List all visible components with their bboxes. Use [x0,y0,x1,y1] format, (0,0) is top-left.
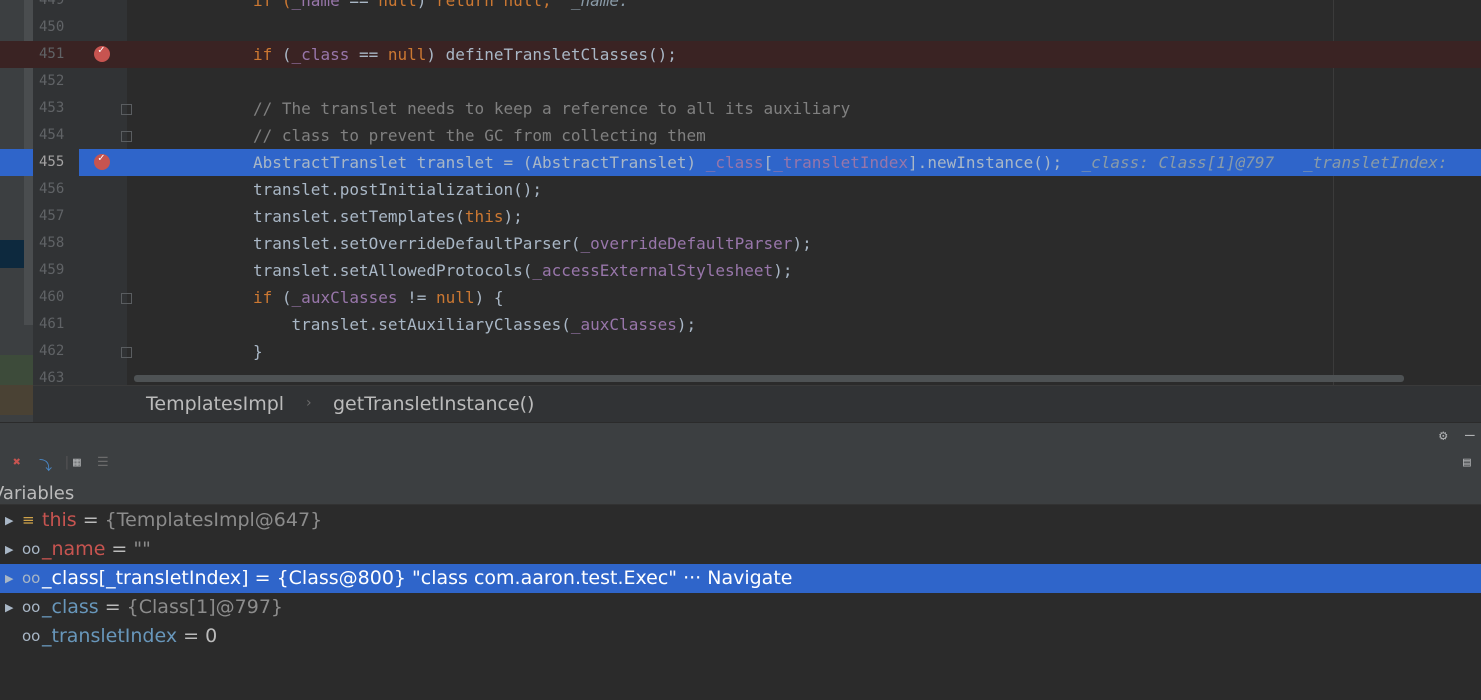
code-line[interactable]: 459 translet.setAllowedProtocols(_accessE… [0,257,1481,284]
code-text: // The translet needs to keep a referenc… [253,99,851,118]
variable-value: {TemplatesImpl@647} [104,509,323,531]
code-line[interactable]: 461 translet.setAuxiliaryClasses(_auxCla… [0,311,1481,338]
code-line[interactable]: 456 translet.postInitialization(); [0,176,1481,203]
code-text: translet.setAllowedProtocols(_accessExte… [253,261,793,280]
line-number[interactable]: 450 [33,14,79,41]
line-number[interactable]: 457 [33,203,79,230]
variable-text: _class[_transletIndex] = {Class@800} "cl… [42,564,792,593]
variable-name: _class [42,596,99,618]
line-number[interactable]: 449 [33,0,79,14]
line-number[interactable]: 459 [33,257,79,284]
code-text: translet.setOverrideDefaultParser(_overr… [253,234,812,253]
breadcrumb-separator-icon: › [306,395,312,411]
expand-arrow-icon[interactable]: ▶ [5,506,13,535]
breadcrumb-method[interactable]: getTransletInstance() [333,393,534,415]
table-view-icon[interactable]: ▦ [73,455,81,470]
code-text: translet.setAuxiliaryClasses(_auxClasses… [253,315,697,334]
watch-icon: oo [22,540,41,558]
variable-name: _name [42,538,106,560]
code-text: AbstractTranslet translet = (AbstractTra… [253,153,1448,172]
fold-marker-icon[interactable] [121,131,132,142]
line-number[interactable]: 452 [33,68,79,95]
variable-equals: = [248,567,277,589]
navigate-link[interactable]: ··· Navigate [677,567,792,589]
variable-equals: = [177,625,206,647]
fold-marker-icon[interactable] [121,104,132,115]
code-line[interactable]: 451 if (_class == null) defineTransletCla… [0,41,1481,68]
toolbar-divider: | [63,455,71,470]
layout-toggle-icon[interactable]: ▤ [1463,455,1471,470]
variable-text: _name = "" [42,535,151,564]
variable-equals: = [98,596,127,618]
variable-name: _class[_transletIndex] [42,567,249,589]
code-text: if (_class == null) defineTransletClasse… [253,45,677,64]
code-text: if (_auxClasses != null) { [253,288,504,307]
field-icon: ≡ [22,511,35,529]
code-line[interactable]: 452 [0,68,1481,95]
expand-arrow-icon[interactable]: ▶ [5,593,13,622]
watch-icon: oo [22,569,41,587]
watch-icon: oo [22,627,41,645]
code-line[interactable]: 455 AbstractTranslet translet = (Abstract… [0,149,1481,176]
variable-value: {Class@800} "class com.aaron.test.Exec" [276,567,678,589]
fold-marker-icon[interactable] [121,293,132,304]
code-text: translet.setTemplates(this); [253,207,523,226]
variable-row[interactable]: ▶ oo _class = {Class[1]@797} [0,593,1481,622]
variable-text: _transletIndex = 0 [42,622,217,651]
code-line[interactable]: 458 translet.setOverrideDefaultParser(_ov… [0,230,1481,257]
variable-value: {Class[1]@797} [126,596,284,618]
layout-icon[interactable]: ☰ [97,455,109,470]
line-number[interactable]: 456 [33,176,79,203]
line-number[interactable]: 451 [33,41,79,68]
variable-row[interactable]: ▶ oo _class[_transletIndex] = {Class@800} … [0,564,1481,593]
variable-equals: = [105,538,134,560]
line-number[interactable]: 454 [33,122,79,149]
line-number[interactable]: 462 [33,338,79,365]
variable-name: _transletIndex [42,625,178,647]
debug-toolbar: ✖ ⤵ | ▦ ☰ ▤ [0,450,1481,479]
variable-name: this [42,509,77,531]
expand-arrow-icon[interactable]: ▶ [5,535,13,564]
code-line[interactable]: 462} [0,338,1481,365]
variables-title: Variables [0,483,75,504]
gear-icon[interactable]: ⚙ [1439,428,1447,444]
horizontal-scrollbar[interactable] [134,375,1404,382]
code-line[interactable]: 454 // class to prevent the GC from colle… [0,122,1481,149]
remove-watch-icon[interactable]: ✖ [13,455,21,470]
code-text: if (_name == null) return null; _name: [253,0,629,10]
breakpoint-icon[interactable] [94,151,110,170]
breadcrumb: TemplatesImpl › getTransletInstance() [33,385,1481,423]
code-line[interactable]: 460 if (_auxClasses != null) { [0,284,1481,311]
breakpoint-icon[interactable] [94,43,110,62]
code-text: translet.postInitialization(); [253,180,542,199]
variable-text: _class = {Class[1]@797} [42,593,283,622]
variable-value: 0 [205,625,218,647]
code-line[interactable]: 453 // The translet needs to keep a refer… [0,95,1481,122]
code-text: // class to prevent the GC from collecti… [253,126,706,145]
code-line[interactable]: 457 translet.setTemplates(this); [0,203,1481,230]
variable-row[interactable]: ▶ ≡ this = {TemplatesImpl@647} [0,506,1481,535]
breadcrumb-class[interactable]: TemplatesImpl [146,393,284,415]
code-line[interactable]: 449 if (_name == null) return null; _name… [0,0,1481,14]
minimize-icon[interactable]: — [1465,425,1475,444]
watch-icon: oo [22,598,41,616]
variable-equals: = [76,509,105,531]
code-text: } [253,342,263,361]
expand-arrow-icon[interactable]: ▶ [5,564,13,593]
variable-row[interactable]: ▶ oo _name = "" [0,535,1481,564]
variable-row[interactable]: oo _transletIndex = 0 [0,622,1481,651]
variables-title-bar: Variables [0,478,1481,505]
line-number[interactable]: 455 [33,149,79,176]
line-number[interactable]: 461 [33,311,79,338]
debug-panel-header: ⚙ — [0,422,1481,451]
code-line[interactable]: 450 [0,14,1481,41]
line-number[interactable]: 458 [33,230,79,257]
variable-text: this = {TemplatesImpl@647} [42,506,322,535]
line-number[interactable]: 453 [33,95,79,122]
variable-value: "" [133,538,151,560]
line-number[interactable]: 460 [33,284,79,311]
step-into-icon[interactable]: ⤵ [39,455,52,474]
fold-marker-icon[interactable] [121,347,132,358]
